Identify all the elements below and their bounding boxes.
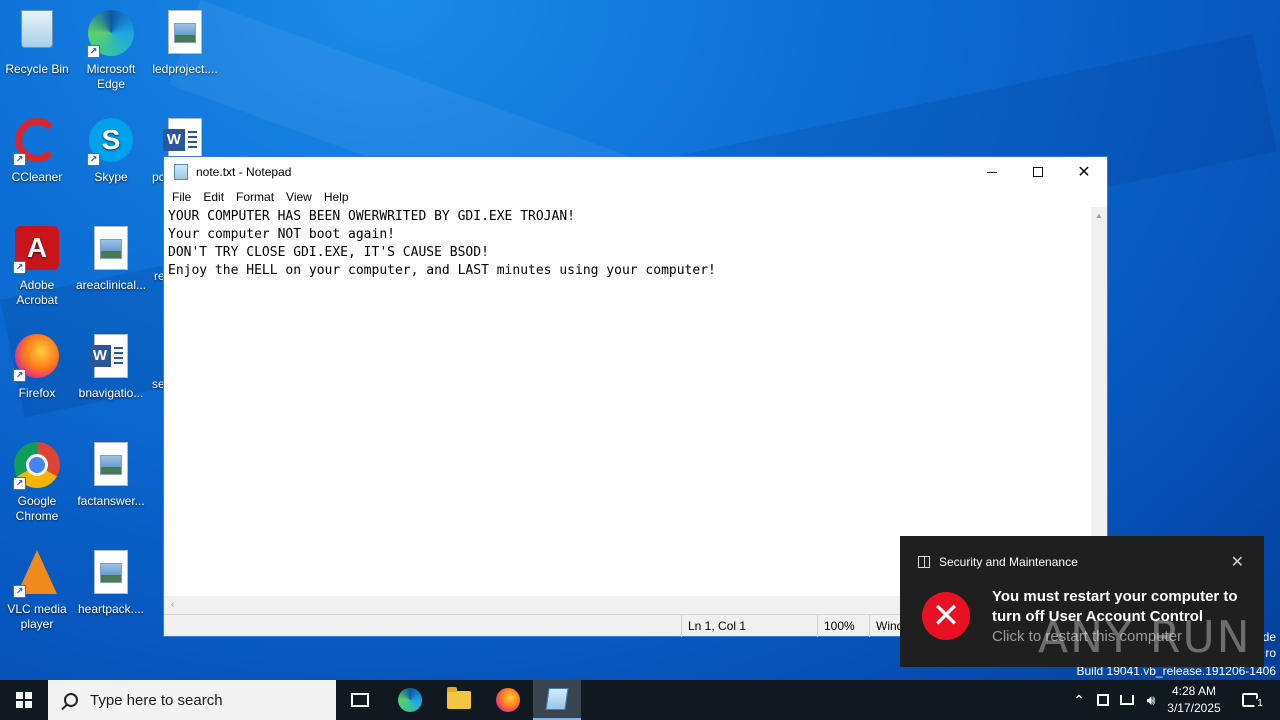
notification-count: 1 [1254,698,1266,710]
notepad-icon [174,164,188,180]
desktop-icon-vlc[interactable]: ↗ VLC media player [0,544,74,632]
search-placeholder: Type here to search [90,691,223,709]
desktop-icon-adobe-acrobat[interactable]: A ↗ Adobe Acrobat [0,220,74,308]
clock-date: 3/17/2025 [1167,701,1221,715]
skype-icon: S ↗ [87,118,135,166]
menu-file[interactable]: File [168,190,199,204]
chrome-icon: ↗ [13,442,61,490]
security-flag-icon [918,556,930,568]
toast-app-name: Security and Maintenance [939,555,1078,569]
menu-help[interactable]: Help [320,190,357,204]
acrobat-icon: A ↗ [13,226,61,274]
recycle-bin-icon [13,10,61,58]
menu-edit[interactable]: Edit [199,190,232,204]
cursor-position: Ln 1, Col 1 [681,615,817,637]
edition-text: de [1262,630,1276,644]
maximize-icon [1033,167,1043,177]
desktop-icon-microsoft-edge[interactable]: ↗ Microsoft Edge [74,4,148,92]
menu-bar: File Edit Format View Help [164,187,1107,207]
title-bar[interactable]: note.txt - Notepad ✕ [164,157,1107,187]
word-document-icon: W [87,334,135,382]
start-button[interactable] [0,680,48,720]
icon-label: factanswer... [77,494,145,508]
scroll-left-icon[interactable]: ‹ [164,596,181,614]
icon-label: Skype [94,170,128,184]
taskbar-file-explorer[interactable] [435,680,483,720]
toast-close-icon[interactable]: ✕ [1231,552,1244,572]
minimize-button[interactable] [969,157,1015,187]
zoom-level: 100% [817,615,869,637]
icon-label: Recycle Bin [5,62,69,76]
network-icon [1120,695,1134,705]
desktop-icon-ledproject[interactable]: ledproject.... [148,4,222,77]
firefox-icon: ↗ [13,334,61,382]
taskbar-firefox[interactable] [484,680,532,720]
task-view-icon [351,693,369,707]
notepad-icon [545,688,569,710]
desktop-icon-bnavigatio[interactable]: W bnavigatio... [74,328,148,401]
icon-label: Firefox [18,386,56,400]
desktop-icon-firefox[interactable]: ↗ Firefox [0,328,74,401]
anyrun-watermark: ANY RUN [1038,612,1252,663]
image-file-icon [161,10,209,58]
network-button[interactable] [1117,680,1137,720]
desktop-icon-google-chrome[interactable]: ↗ Google Chrome [0,436,74,524]
image-file-icon [87,442,135,490]
icon-label: Microsoft Edge [86,62,136,91]
icon-label: bnavigatio... [78,386,144,400]
icon-label: CCleaner [11,170,63,184]
windows-logo-icon [16,692,32,708]
action-center-button[interactable]: 1 [1230,680,1270,720]
task-view-button[interactable] [336,680,384,720]
desktop-icon-recycle-bin[interactable]: Recycle Bin [0,4,74,77]
scroll-up-icon[interactable]: ▲ [1091,207,1107,224]
clock[interactable]: 4:28 AM 3/17/2025 [1162,683,1226,717]
tray-app[interactable] [1094,680,1112,720]
edition-text: ro [1265,646,1276,660]
image-file-icon [87,226,135,274]
toast-header: Security and Maintenance [918,555,1078,569]
taskbar-notepad[interactable] [533,680,581,720]
tray-app-icon [1097,694,1109,706]
show-hidden-icons[interactable]: ⌃ [1068,680,1090,720]
search-icon [64,693,78,707]
icon-label: heartpack.... [77,602,145,616]
folder-icon [447,687,471,709]
icon-label: Google Chrome [15,494,59,523]
icon-label: areaclinical... [75,278,147,292]
volume-icon: 🔊︎ [1146,691,1156,708]
window-title: note.txt - Notepad [196,165,292,179]
taskbar-edge[interactable] [386,680,434,720]
ccleaner-icon: ↗ [13,118,61,166]
edge-icon: ↗ [87,10,135,58]
clock-time: 4:28 AM [1171,684,1217,698]
desktop-icon-factanswer[interactable]: factanswer... [74,436,148,509]
icon-label: VLC media player [7,602,67,631]
edge-icon [398,688,422,712]
taskbar: Type here to search ⌃ 🔊︎ 4:28 AM 3/17/20… [0,680,1280,720]
close-button[interactable]: ✕ [1061,157,1107,187]
chevron-up-icon: ⌃ [1073,691,1085,708]
desktop-icon-ccleaner[interactable]: ↗ CCleaner [0,112,74,185]
search-box[interactable]: Type here to search [48,680,336,720]
maximize-button[interactable] [1015,157,1061,187]
error-icon: ✕ [922,592,970,640]
minimize-icon [987,171,997,173]
firefox-icon [496,688,520,712]
menu-view[interactable]: View [282,190,320,204]
volume-button[interactable]: 🔊︎ [1141,680,1161,720]
image-file-icon [87,550,135,598]
icon-label: Adobe Acrobat [16,278,58,307]
desktop-icon-heartpack[interactable]: heartpack.... [74,544,148,617]
close-icon: ✕ [1077,164,1091,181]
vlc-cone-icon: ↗ [13,550,61,598]
desktop-icon-skype[interactable]: S ↗ Skype [74,112,148,185]
menu-format[interactable]: Format [232,190,282,204]
desktop-icon-areaclinical[interactable]: areaclinical... [74,220,148,293]
icon-label: ledproject.... [152,62,218,76]
